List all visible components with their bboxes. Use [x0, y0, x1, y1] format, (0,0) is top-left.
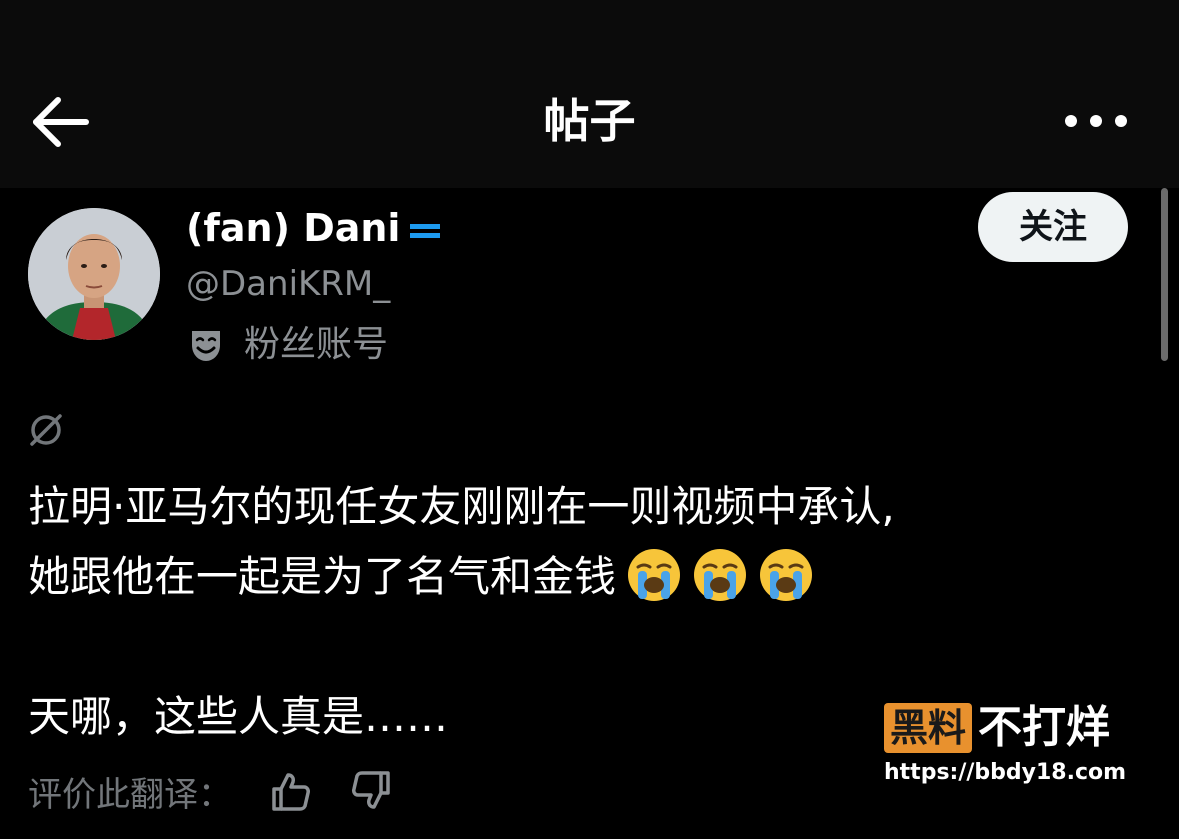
- avatar-portrait: [28, 208, 160, 340]
- post-text-line-2-text: 她跟他在一起是为了名气和金钱: [28, 552, 617, 601]
- translation-rating-row: 评价此翻译：: [28, 764, 432, 818]
- more-options-button[interactable]: [1060, 104, 1132, 138]
- author-handle[interactable]: @DaniKRM_: [186, 262, 390, 306]
- loudly-crying-face-icon: [694, 549, 747, 601]
- account-type-row: 粉丝账号: [186, 320, 388, 370]
- thumbs-down-icon[interactable]: [350, 769, 394, 813]
- loudly-crying-face-icon: [628, 549, 681, 601]
- scrollbar[interactable]: [1161, 188, 1168, 361]
- follow-button[interactable]: 关注: [978, 192, 1128, 262]
- author-display-name[interactable]: (fan) Dani: [186, 204, 442, 252]
- watermark-url: https://bbdy18.com: [884, 760, 1127, 785]
- loudly-crying-face-icon: [760, 549, 813, 601]
- avatar[interactable]: [28, 208, 160, 340]
- site-watermark: 黑料 不打烊 https://bbdy18.com: [884, 700, 1134, 785]
- thumbs-up-icon[interactable]: [268, 769, 312, 813]
- post-text-line-2: 她跟他在一起是为了名气和金钱: [28, 542, 1138, 612]
- translated-post-icon: [30, 414, 62, 446]
- translation-rating-label: 评价此翻译：: [28, 774, 232, 815]
- author-name-text: (fan) Dani: [186, 206, 401, 250]
- watermark-brand-box: 黑料: [884, 703, 973, 753]
- theater-mask-icon: [192, 331, 220, 361]
- more-horizontal-icon: [1065, 115, 1127, 127]
- post-text-line-1: 拉明·亚马尔的现任女友刚刚在一则视频中承认,: [28, 482, 895, 531]
- page-title: 帖子: [543, 94, 636, 148]
- watermark-brand-rest: 不打烊: [978, 702, 1111, 753]
- watermark-brand: 黑料 不打烊: [884, 700, 1134, 756]
- verified-badge-icon: [410, 223, 441, 238]
- account-type-label: 粉丝账号: [244, 324, 389, 365]
